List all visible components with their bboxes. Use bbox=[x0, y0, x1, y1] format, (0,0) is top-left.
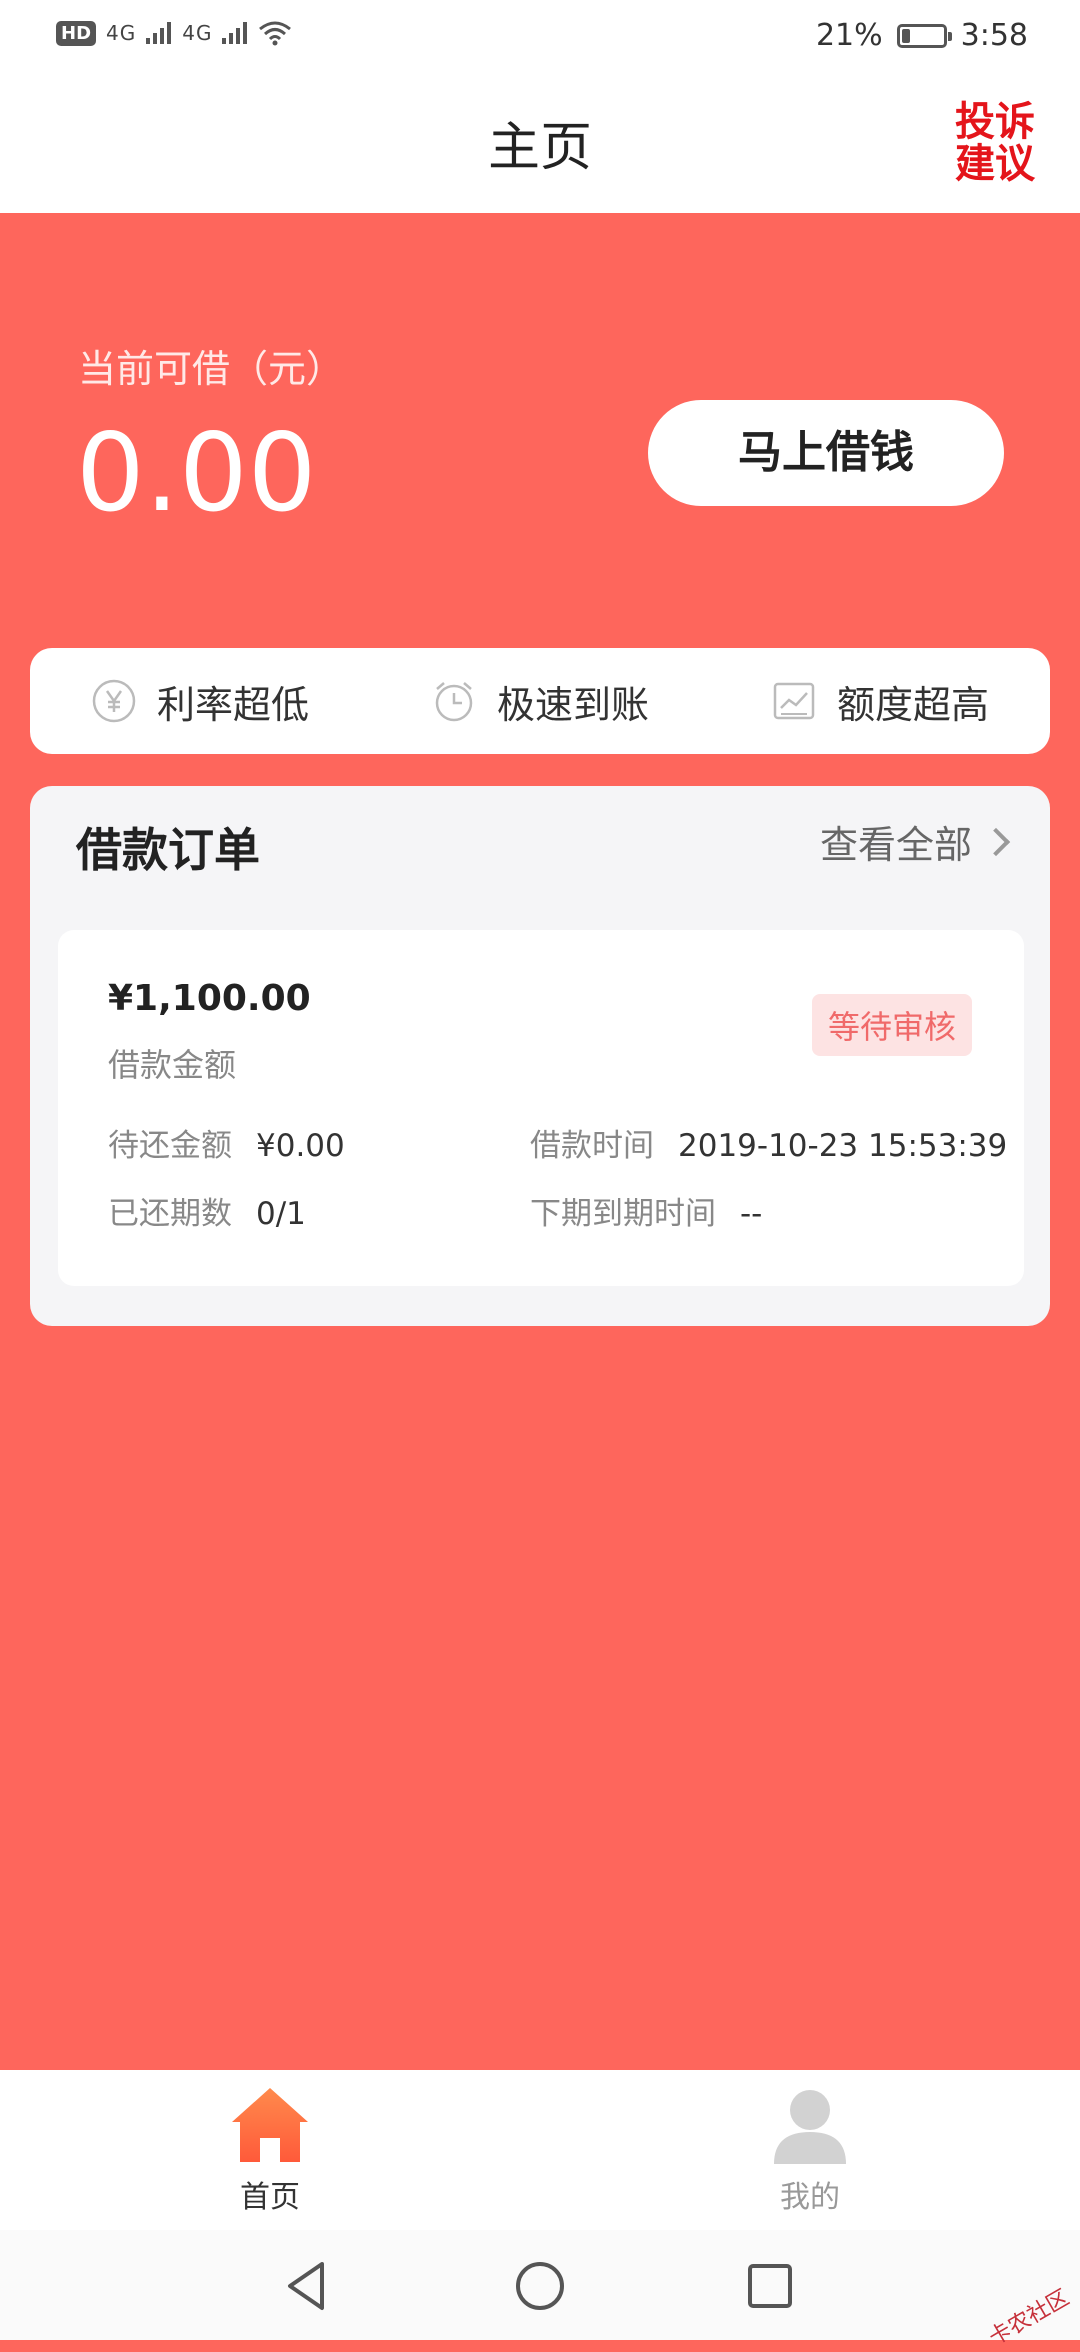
available-amount-label: 当前可借（元） bbox=[78, 347, 345, 391]
repaid-periods-value: 0/1 bbox=[256, 1196, 306, 1232]
user-icon bbox=[774, 2090, 846, 2164]
feature-low-rate: 利率超低 bbox=[91, 674, 309, 729]
app-header: 主页 投诉建议 bbox=[0, 75, 1080, 213]
pending-amount-row: 待还金额 ¥0.00 bbox=[108, 1120, 345, 1165]
next-due-value: -- bbox=[740, 1196, 763, 1232]
pending-amount-label: 待还金额 bbox=[108, 1128, 232, 1164]
loan-orders-card: 借款订单 查看全部 ¥1,100.00 借款金额 等待审核 待还金额 ¥0.00 … bbox=[30, 786, 1050, 1326]
wifi-icon bbox=[259, 21, 292, 46]
system-navigation-bar: 卡农社区 bbox=[0, 2230, 1080, 2351]
hd-badge: HD bbox=[56, 20, 97, 46]
chart-line-icon bbox=[773, 682, 815, 720]
home-icon bbox=[232, 2088, 308, 2162]
signal-2-label: 4G bbox=[182, 21, 213, 45]
feature-label: 额度超高 bbox=[836, 682, 989, 727]
feature-high-limit: 额度超高 bbox=[771, 674, 989, 729]
loan-time-value: 2019-10-23 15:53:39 bbox=[678, 1128, 1008, 1164]
battery-percent: 21% bbox=[815, 18, 883, 53]
view-all-label: 查看全部 bbox=[819, 823, 972, 867]
loan-time-label: 借款时间 bbox=[530, 1128, 654, 1164]
repaid-periods-label: 已还期数 bbox=[108, 1196, 232, 1232]
tab-home[interactable]: 首页 bbox=[170, 2084, 370, 2216]
clock: 3:58 bbox=[960, 18, 1028, 53]
next-due-row: 下期到期时间 -- bbox=[530, 1188, 762, 1233]
complaint-suggestion-button[interactable]: 投诉建议 bbox=[952, 101, 1038, 185]
borrow-now-button[interactable]: 马上借钱 bbox=[648, 400, 1004, 506]
orders-title: 借款订单 bbox=[76, 823, 260, 877]
tab-mine-label: 我的 bbox=[780, 2180, 840, 2215]
watermark: 卡农社区 bbox=[984, 2285, 1074, 2351]
battery-icon bbox=[896, 23, 952, 48]
pending-amount-value: ¥0.00 bbox=[256, 1128, 345, 1164]
page-title: 主页 bbox=[487, 118, 592, 178]
back-triangle-icon[interactable] bbox=[278, 2256, 338, 2316]
status-bar: HD 4G 4G 21% 3:58 bbox=[0, 0, 1080, 75]
next-due-label: 下期到期时间 bbox=[530, 1196, 716, 1232]
status-bar-right: 21% 3:58 bbox=[816, 18, 1028, 53]
status-badge: 等待审核 bbox=[811, 994, 972, 1056]
available-amount-value: 0.00 bbox=[76, 411, 317, 536]
loan-time-row: 借款时间 2019-10-23 15:53:39 bbox=[530, 1120, 1007, 1165]
alarm-clock-icon bbox=[435, 682, 473, 722]
chevron-right-icon bbox=[981, 827, 1011, 856]
tab-mine[interactable]: 我的 bbox=[710, 2084, 910, 2216]
view-all-link[interactable]: 查看全部 bbox=[819, 814, 1011, 869]
tab-home-label: 首页 bbox=[240, 2180, 300, 2215]
order-amount-label: 借款金额 bbox=[108, 1046, 237, 1084]
feature-label: 利率超低 bbox=[156, 682, 309, 727]
signal-bars-icon bbox=[146, 22, 172, 44]
order-amount: ¥1,100.00 bbox=[108, 978, 311, 1019]
repaid-periods-row: 已还期数 0/1 bbox=[108, 1188, 306, 1233]
bottom-tab-bar: 首页 我的 bbox=[0, 2070, 1080, 2230]
feature-fast-arrival: 极速到账 bbox=[431, 674, 649, 729]
battery-level-fill bbox=[901, 28, 911, 43]
signal-bars-icon bbox=[222, 22, 248, 44]
order-list-item[interactable]: ¥1,100.00 借款金额 等待审核 待还金额 ¥0.00 借款时间 2019-1… bbox=[58, 930, 1024, 1286]
signal-1-label: 4G bbox=[106, 21, 137, 45]
home-circle-icon[interactable] bbox=[510, 2256, 570, 2316]
feature-label: 极速到账 bbox=[496, 682, 649, 727]
yen-circle-icon bbox=[92, 679, 136, 723]
recent-apps-square-icon[interactable] bbox=[740, 2256, 800, 2316]
features-card: 利率超低 极速到账 额度超高 bbox=[30, 648, 1050, 754]
status-bar-left: HD 4G 4G bbox=[56, 20, 292, 46]
